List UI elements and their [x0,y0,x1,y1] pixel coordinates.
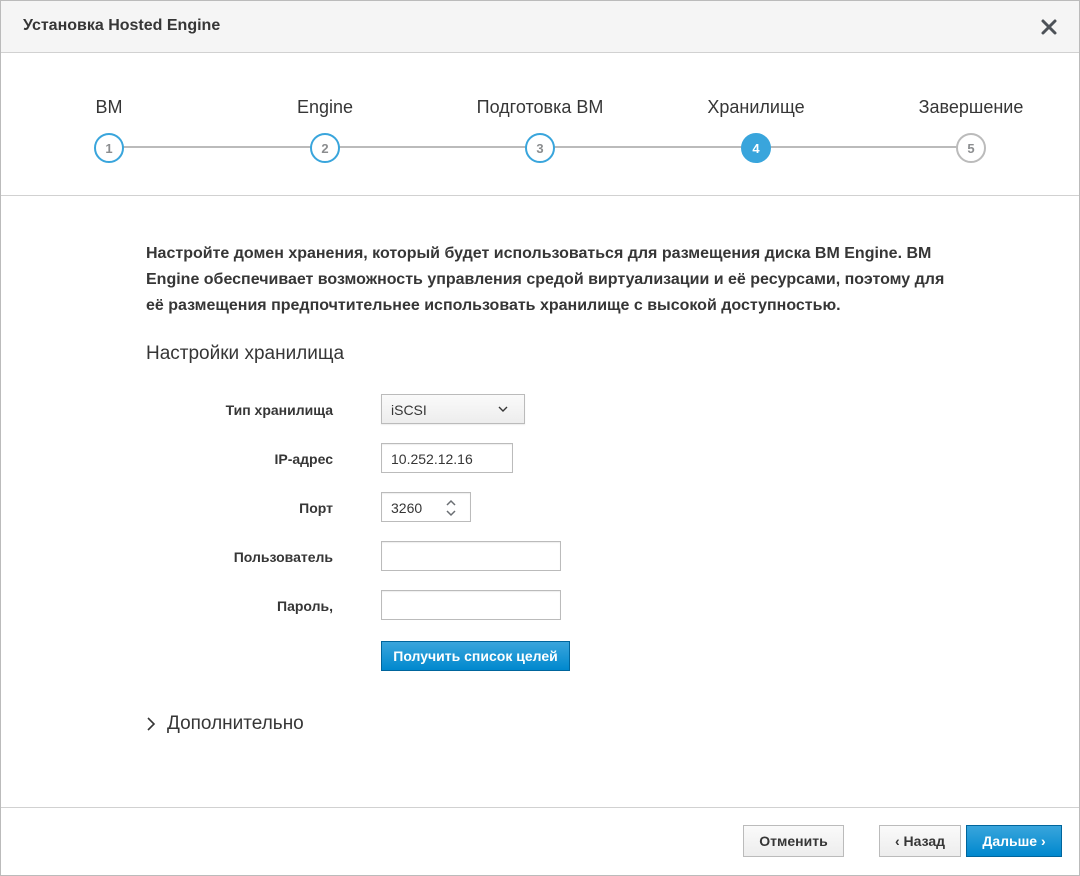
retrieve-target-list-button[interactable]: Получить список целей [381,641,570,671]
wizard-step-label: Engine [296,97,354,117]
user-input[interactable] [381,541,561,571]
dialog-footer: Отменить ‹ Назад Дальше › [1,807,1079,875]
wizard-step-circle[interactable]: 5 [956,133,986,163]
chevron-left-icon: ‹ [894,833,904,849]
hosted-engine-setup-dialog: Установка Hosted Engine ВМ 1 Engine 2 По… [0,0,1080,876]
chevron-down-icon [498,406,508,412]
cancel-button[interactable]: Отменить [743,825,844,857]
close-icon[interactable] [1035,13,1063,41]
intro-line: Настройте домен хранения, который будет … [146,245,932,262]
password-label: Пароль, [277,598,333,614]
intro-text: Настройте домен хранения, который будет … [146,241,946,319]
dialog-title: Установка Hosted Engine [23,17,221,34]
port-value: 3260 [391,500,423,516]
wizard-steps: ВМ 1 Engine 2 Подготовка ВМ 3 Хранилище … [1,53,1079,196]
wizard-step-circle[interactable]: 4 [741,133,771,163]
advanced-label: Дополнительно [167,713,304,734]
intro-line: её размещения предпочтительнее использов… [146,297,841,314]
storage-settings-title: Настройки хранилища [146,343,345,364]
back-button[interactable]: ‹ Назад [879,825,961,857]
wizard-step-label: Хранилище [707,97,805,117]
port-label: Порт [299,500,333,516]
next-label: Дальше [982,833,1038,849]
user-label: Пользователь [233,549,333,565]
dialog-header: Установка Hosted Engine [1,1,1079,53]
ip-address-input[interactable]: 10.252.12.16 [381,443,513,473]
wizard-step-circle[interactable]: 1 [94,133,124,163]
storage-type-value: iSCSI [391,402,427,418]
wizard-step-circle[interactable]: 3 [525,133,555,163]
intro-line: Engine обеспечивает возможность управлен… [146,271,945,288]
storage-type-label: Тип хранилища [225,402,333,418]
wizard-step-label: Завершение [918,97,1024,117]
back-label: Назад [903,833,946,849]
wizard-step-circle[interactable]: 2 [310,133,340,163]
ip-address-label: IP-адрес [274,451,333,467]
next-button[interactable]: Дальше › [966,825,1062,857]
chevron-right-icon [147,717,156,731]
wizard-step-label: ВМ [95,97,123,117]
chevron-right-icon: › [1037,833,1046,849]
password-input[interactable] [381,590,561,620]
port-stepper-icon[interactable] [443,497,459,519]
storage-type-select[interactable]: iSCSI [381,394,525,424]
wizard-step-label: Подготовка ВМ [476,97,604,117]
